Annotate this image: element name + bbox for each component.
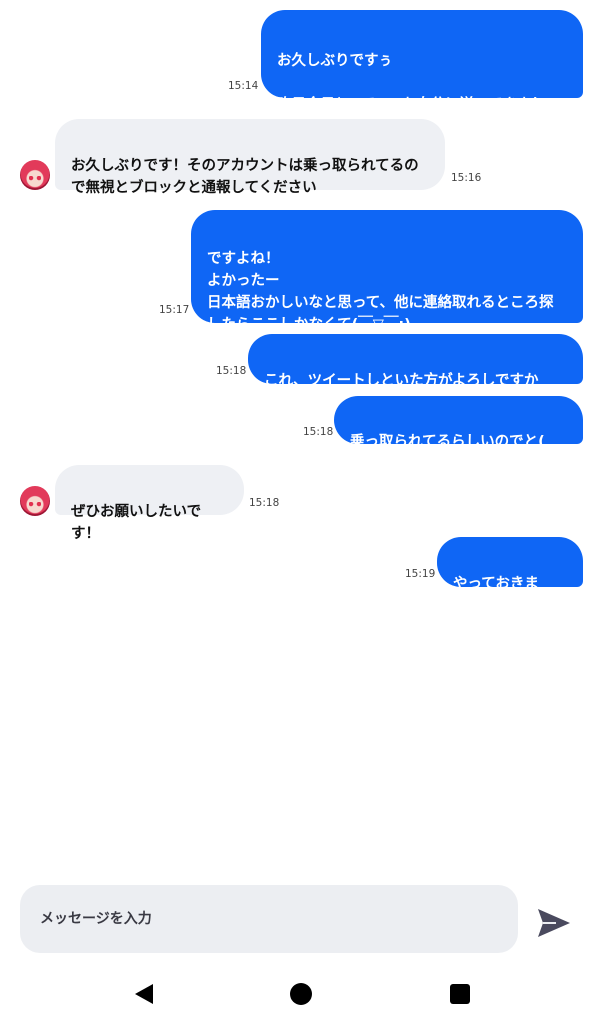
message-timestamp: 15:18 bbox=[249, 497, 280, 509]
message-bubble-incoming[interactable]: お久しぶりです！そのアカウントは乗っ取られてるので無視とブロックと通報してくださ… bbox=[55, 119, 445, 196]
message-timestamp: 15:16 bbox=[451, 172, 482, 184]
back-icon[interactable] bbox=[133, 983, 155, 1005]
home-icon[interactable] bbox=[290, 983, 312, 1005]
recent-apps-icon[interactable] bbox=[450, 984, 470, 1004]
message-text: 乗っ取られてるらしいのでと( 'ω') bbox=[350, 434, 545, 472]
message-input[interactable] bbox=[20, 885, 518, 953]
message-text: ぜひお願いしたいです！ bbox=[71, 504, 202, 542]
message-bubble-outgoing[interactable]: 乗っ取られてるらしいのでと( 'ω') bbox=[334, 396, 583, 472]
message-bubble-outgoing[interactable]: ですよね！ よかったー 日本語おかしいなと思って、他に連絡取れるところ探したらこ… bbox=[191, 210, 583, 333]
message-text: お久しぶりです！そのアカウントは乗っ取られてるので無視とブロックと通報してくださ… bbox=[71, 158, 419, 196]
message-text: やっておきます！ bbox=[453, 576, 539, 614]
message-timestamp: 15:18 bbox=[303, 426, 334, 438]
message-bubble-outgoing[interactable]: お久しぶりですぅ 昨日今日とXでDMを自分に送ってきました？ bbox=[261, 10, 583, 135]
message-timestamp: 15:17 bbox=[159, 304, 190, 316]
send-icon[interactable] bbox=[536, 907, 572, 939]
message-bubble-outgoing[interactable]: これ、ツイートしといた方がよろしですかね？ bbox=[248, 334, 583, 411]
avatar[interactable] bbox=[20, 160, 50, 190]
message-bubble-incoming[interactable]: ぜひお願いしたいです！ bbox=[55, 465, 244, 542]
message-timestamp: 15:19 bbox=[405, 568, 436, 580]
message-timestamp: 15:14 bbox=[228, 80, 259, 92]
message-text: ですよね！ よかったー 日本語おかしいなと思って、他に連絡取れるところ探したらこ… bbox=[207, 251, 554, 333]
avatar[interactable] bbox=[20, 486, 50, 516]
message-composer bbox=[20, 885, 518, 953]
message-timestamp: 15:18 bbox=[216, 365, 247, 377]
message-bubble-outgoing[interactable]: やっておきます！ bbox=[437, 537, 583, 614]
